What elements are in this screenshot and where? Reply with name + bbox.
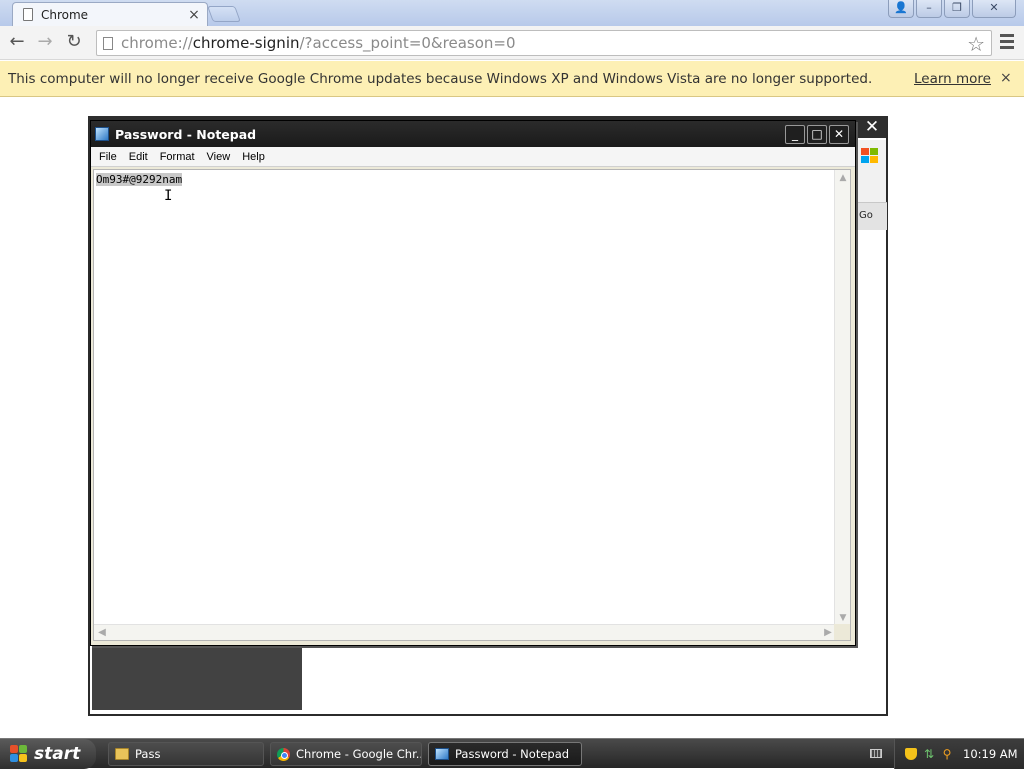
horizontal-scrollbar[interactable]: ◀ ▶ bbox=[94, 624, 836, 640]
vertical-scrollbar[interactable]: ▲ ▼ bbox=[834, 170, 850, 626]
scroll-left-icon[interactable]: ◀ bbox=[94, 625, 110, 641]
close-icon[interactable]: ✕ bbox=[862, 118, 882, 136]
document-text[interactable]: Om93#@9292nam bbox=[96, 173, 183, 186]
menu-format[interactable]: Format bbox=[154, 151, 201, 163]
notepad-window-controls: _ □ ✕ bbox=[785, 125, 849, 144]
windows-logo-icon bbox=[861, 148, 879, 164]
new-tab-button[interactable] bbox=[207, 6, 241, 22]
minimize-button[interactable]: – bbox=[916, 0, 942, 18]
browser-window-controls: 👤 – ❐ ✕ bbox=[888, 0, 1016, 18]
address-bar[interactable]: chrome://chrome-signin/?access_point=0&r… bbox=[96, 30, 992, 56]
page-icon bbox=[23, 8, 33, 21]
menu-bar: File Edit Format View Help bbox=[91, 147, 855, 167]
network-icon[interactable]: ⇅ bbox=[923, 748, 935, 760]
scroll-up-icon[interactable]: ▲ bbox=[835, 170, 851, 186]
clock[interactable]: 10:19 AM bbox=[963, 747, 1018, 761]
bookmark-star-icon[interactable]: ☆ bbox=[967, 32, 985, 56]
folder-icon bbox=[115, 748, 129, 760]
url-rest: /?access_point=0&reason=0 bbox=[299, 34, 516, 52]
browser-titlebar: Chrome × 👤 – ❐ ✕ bbox=[0, 0, 1024, 26]
restore-button[interactable]: ❐ bbox=[944, 0, 970, 18]
notepad-titlebar[interactable]: Password - Notepad _ □ ✕ bbox=[91, 121, 855, 147]
window-title: Password - Notepad bbox=[115, 126, 257, 142]
infobar-message: This computer will no longer receive Goo… bbox=[8, 70, 873, 87]
go-button[interactable]: Go bbox=[857, 202, 887, 230]
url-scheme: chrome:// bbox=[121, 34, 193, 52]
url-text[interactable]: chrome://chrome-signin/?access_point=0&r… bbox=[121, 34, 516, 52]
menu-file[interactable]: File bbox=[93, 151, 123, 163]
learn-more-link[interactable]: Learn more bbox=[914, 71, 991, 87]
menu-edit[interactable]: Edit bbox=[123, 151, 154, 163]
taskbar-item-pass[interactable]: Pass bbox=[108, 742, 264, 766]
selected-text[interactable]: Om93#@9292nam bbox=[96, 173, 183, 186]
close-button[interactable]: ✕ bbox=[829, 125, 849, 144]
tab-close-icon[interactable]: × bbox=[187, 7, 201, 23]
update-infobar: This computer will no longer receive Goo… bbox=[0, 61, 1024, 97]
url-host: chrome-signin bbox=[192, 34, 300, 52]
notepad-icon bbox=[435, 748, 449, 760]
chrome-menu-icon[interactable] bbox=[1000, 34, 1014, 50]
profile-icon[interactable]: 👤 bbox=[888, 0, 914, 18]
shield-icon[interactable] bbox=[905, 748, 917, 760]
text-editor[interactable]: Om93#@9292nam I ▲ ▼ ◀ ▶ bbox=[93, 169, 851, 641]
infobar-close-icon[interactable]: × bbox=[1000, 70, 1012, 86]
forward-arrow-icon[interactable]: → bbox=[34, 32, 56, 54]
keyboard-icon[interactable] bbox=[870, 749, 882, 758]
reload-icon[interactable]: ↻ bbox=[63, 32, 85, 54]
minimize-button[interactable]: _ bbox=[785, 125, 805, 144]
taskbar: start Pass Chrome - Google Chr... Passwo… bbox=[0, 738, 1024, 769]
task-label: Chrome - Google Chr... bbox=[296, 747, 422, 761]
taskbar-item-notepad[interactable]: Password - Notepad bbox=[428, 742, 582, 766]
browser-tab[interactable]: Chrome × bbox=[12, 2, 208, 26]
page-icon bbox=[103, 36, 113, 50]
resize-grip-icon[interactable] bbox=[834, 624, 850, 640]
menu-view[interactable]: View bbox=[201, 151, 237, 163]
back-arrow-icon[interactable]: ← bbox=[6, 32, 28, 54]
system-tray: ⇅ ⚲ 10:19 AM bbox=[894, 739, 1024, 769]
menu-help[interactable]: Help bbox=[236, 151, 271, 163]
taskbar-item-chrome[interactable]: Chrome - Google Chr... bbox=[270, 742, 422, 766]
start-button[interactable]: start bbox=[0, 739, 96, 769]
side-panel: Go bbox=[856, 140, 887, 230]
maximize-button[interactable]: □ bbox=[807, 125, 827, 144]
tab-title: Chrome bbox=[41, 7, 89, 22]
notepad-window: Password - Notepad _ □ ✕ File Edit Forma… bbox=[90, 120, 856, 646]
browser-toolbar: ← → ↻ chrome://chrome-signin/?access_poi… bbox=[0, 26, 1024, 60]
search-icon[interactable]: ⚲ bbox=[941, 748, 953, 760]
dark-panel bbox=[92, 644, 302, 710]
chrome-icon bbox=[277, 747, 290, 761]
task-label: Pass bbox=[135, 747, 161, 761]
notepad-icon bbox=[95, 127, 109, 141]
close-button[interactable]: ✕ bbox=[972, 0, 1016, 18]
task-label: Password - Notepad bbox=[455, 747, 570, 761]
start-label: start bbox=[34, 744, 81, 764]
windows-flag-icon bbox=[10, 745, 28, 763]
text-cursor-icon: I bbox=[164, 188, 173, 204]
